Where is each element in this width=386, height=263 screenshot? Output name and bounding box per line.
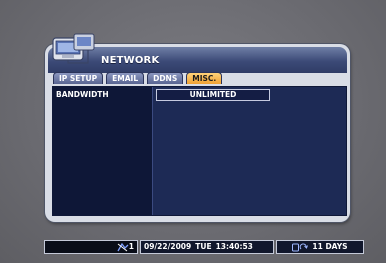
bandwidth-select[interactable]: UNLIMITED [156, 89, 270, 101]
tab-ddns[interactable]: DDNS [147, 72, 184, 84]
dialog-title: NETWORK [101, 55, 160, 66]
hdd-cycle-icon [292, 242, 309, 251]
settings-panel: BANDWIDTH UNLIMITED [52, 86, 347, 216]
status-storage-segment: 11 DAYS [276, 240, 364, 254]
storage-days: 11 DAYS [312, 242, 348, 251]
status-time: 13:40:53 [215, 242, 253, 251]
network-icon [52, 33, 95, 64]
status-bar: 1 09/22/2009 TUE 13:40:53 11 DAYS [44, 240, 364, 254]
dvr-screen: NETWORK IP SETUP EMAIL DDNS MISC. BANDWI… [0, 0, 386, 263]
tab-email[interactable]: EMAIL [106, 72, 145, 84]
tab-bar: IP SETUP EMAIL DDNS MISC. [53, 72, 223, 85]
status-channel-segment: 1 [44, 240, 138, 254]
tab-ip-setup[interactable]: IP SETUP [53, 72, 104, 84]
network-channel-icon [117, 242, 129, 251]
bandwidth-label: BANDWIDTH [56, 90, 109, 99]
status-weekday: TUE [195, 242, 212, 251]
status-date: 09/22/2009 [144, 242, 192, 251]
settings-label-column: BANDWIDTH [53, 87, 153, 215]
status-datetime-segment: 09/22/2009 TUE 13:40:53 [140, 240, 274, 254]
tab-misc[interactable]: MISC. [186, 72, 223, 84]
channel-number: 1 [128, 242, 134, 251]
